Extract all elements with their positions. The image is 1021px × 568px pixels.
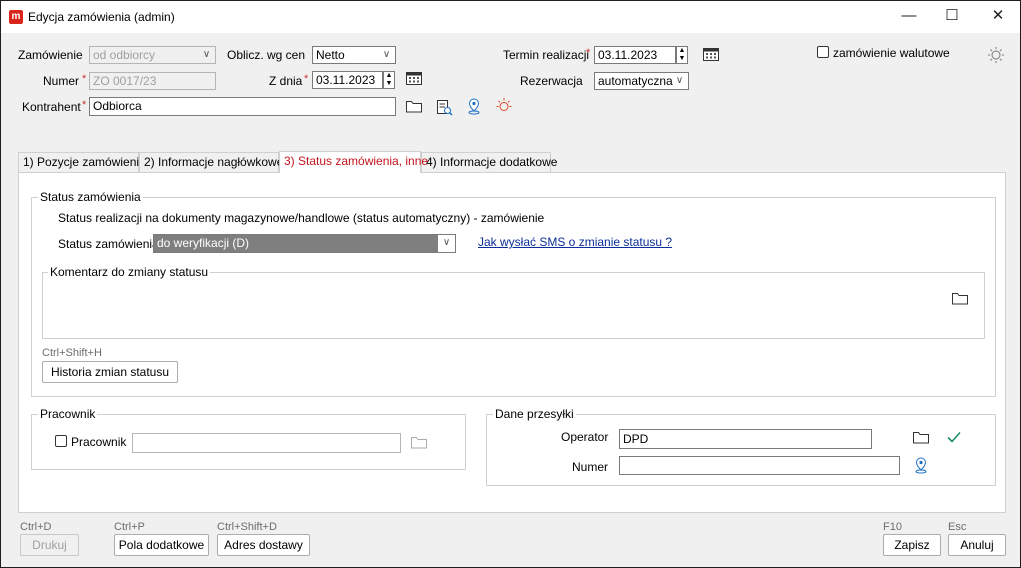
zamowienie-type-select[interactable]: od odbiorcy ∨ — [89, 46, 216, 64]
calendar-icon[interactable] — [702, 46, 720, 64]
pracownik-input[interactable] — [132, 433, 401, 453]
folder-icon[interactable] — [912, 429, 930, 447]
przesylka-numer-input[interactable] — [619, 456, 900, 475]
historia-hotkey: Ctrl+Shift+H — [42, 347, 102, 359]
status-zamowienia-select[interactable]: do weryfikacji (D) ∨ — [153, 234, 456, 253]
chevron-down-icon: ∨ — [382, 49, 391, 60]
anuluj-hotkey: Esc — [948, 521, 967, 533]
lightbulb-icon[interactable] — [987, 46, 1005, 64]
kontrahent-input[interactable]: Odbiorca — [89, 97, 396, 116]
drukuj-button[interactable]: Drukuj — [20, 534, 79, 556]
pracownik-checkbox[interactable] — [55, 435, 67, 447]
przesylka-group: Dane przesyłki Operator DPD Numer — [486, 407, 996, 486]
status-realizacji-text: Status realizacji na dokumenty magazynow… — [58, 211, 545, 225]
status-zamowienia-value: do weryfikacji (D) — [157, 236, 250, 250]
termin-date-spinner[interactable]: ▲ ▼ — [676, 46, 688, 64]
tab-informacje-dodatkowe[interactable]: 4) Informacje dodatkowe — [421, 152, 557, 172]
tab-panel: Status zamówienia Status realizacji na d… — [18, 172, 1006, 513]
chevron-down-icon: ∨ — [675, 75, 684, 86]
operator-input[interactable]: DPD — [619, 429, 872, 449]
status-zamowienia-label: Status zamówienia — [58, 237, 159, 251]
chevron-down-icon: ∨ — [202, 49, 211, 60]
przesylka-group-title: Dane przesyłki — [493, 407, 576, 421]
pracownik-group: Pracownik Pracownik — [31, 407, 466, 470]
termin-date-input[interactable]: 03.11.2023 — [594, 46, 676, 64]
pola-dodatkowe-button[interactable]: Pola dodatkowe — [114, 534, 209, 556]
tab-informacje-naglowkowe[interactable]: 2) Informacje nagłówkowe — [139, 152, 283, 172]
app-logo-icon: m — [9, 10, 23, 24]
pracownik-group-title: Pracownik — [38, 407, 98, 421]
drukuj-hotkey: Ctrl+D — [20, 521, 52, 533]
rezerwacja-label: Rezerwacja — [520, 74, 583, 88]
przesylka-numer-label: Numer — [572, 460, 609, 474]
calendar-icon[interactable] — [405, 70, 423, 88]
walutowe-checkbox[interactable] — [817, 46, 829, 58]
komentarz-group-title: Komentarz do zmiany statusu — [48, 265, 211, 279]
title-bar: m Edycja zamówienia (admin) — ☐ ✕ — [1, 1, 1020, 33]
termin-label: Termin realizacji — [503, 48, 590, 62]
numer-label: Numer — [43, 74, 80, 88]
required-mark: * — [82, 99, 87, 111]
chevron-down-icon: ∨ — [438, 235, 455, 252]
pracownik-checkbox-label: Pracownik — [71, 435, 127, 449]
anuluj-button[interactable]: Anuluj — [948, 534, 1006, 556]
operator-label: Operator — [561, 430, 609, 444]
oblicz-label: Oblicz. wg cen — [227, 48, 306, 62]
zamowienie-label: Zamówienie — [18, 48, 83, 62]
close-button[interactable]: ✕ — [975, 1, 1021, 33]
tab-pozycje[interactable]: 1) Pozycje zamówienia — [18, 152, 146, 172]
walutowe-label: zamówienie walutowe — [833, 46, 950, 60]
historia-zmian-button[interactable]: Historia zmian statusu — [42, 361, 178, 383]
required-mark: * — [304, 73, 309, 85]
minimize-button[interactable]: — — [886, 1, 932, 33]
sms-status-link[interactable]: Jak wysłać SMS o zmianie statusu ? — [478, 235, 672, 249]
checkmark-icon[interactable] — [945, 429, 963, 447]
map-pin-icon[interactable] — [912, 456, 930, 474]
zapisz-hotkey: F10 — [883, 521, 902, 533]
contractor-card-icon[interactable] — [435, 98, 453, 116]
required-mark: * — [586, 47, 591, 59]
kontrahent-label: Kontrahent — [22, 100, 81, 114]
komentarz-group: Komentarz do zmiany statusu — [42, 265, 985, 339]
tab-status-zamowienia[interactable]: 3) Status zamówienia, inne — [279, 151, 428, 173]
oblicz-select[interactable]: Netto ∨ — [312, 46, 396, 64]
status-group-title: Status zamówienia — [38, 190, 143, 204]
zdnia-date-input[interactable]: 03.11.2023 — [312, 71, 383, 89]
adres-dostawy-button[interactable]: Adres dostawy — [217, 534, 310, 556]
adres-hotkey: Ctrl+Shift+D — [217, 521, 277, 533]
maximize-button[interactable]: ☐ — [929, 1, 975, 33]
window-title: Edycja zamówienia (admin) — [28, 10, 175, 24]
numer-input[interactable]: ZO 0017/23 — [89, 72, 216, 90]
zapisz-button[interactable]: Zapisz — [883, 534, 941, 556]
pola-hotkey: Ctrl+P — [114, 521, 145, 533]
folder-icon[interactable] — [951, 290, 969, 308]
zdnia-date-spinner[interactable]: ▲ ▼ — [383, 71, 395, 89]
lightbulb-alert-icon[interactable] — [495, 97, 513, 115]
required-mark: * — [82, 73, 87, 85]
oblicz-value: Netto — [316, 48, 345, 62]
folder-icon[interactable] — [405, 98, 423, 116]
zamowienie-type-value: od odbiorcy — [93, 48, 156, 62]
rezerwacja-select[interactable]: automatyczna ∨ — [594, 72, 689, 90]
map-pin-icon[interactable] — [465, 97, 483, 115]
order-edit-window: m Edycja zamówienia (admin) — ☐ ✕ Zamówi… — [0, 0, 1021, 568]
folder-icon[interactable] — [410, 434, 428, 452]
zdnia-label: Z dnia — [269, 74, 303, 88]
status-group: Status zamówienia Status realizacji na d… — [31, 190, 996, 397]
rezerwacja-value: automatyczna — [598, 74, 673, 88]
